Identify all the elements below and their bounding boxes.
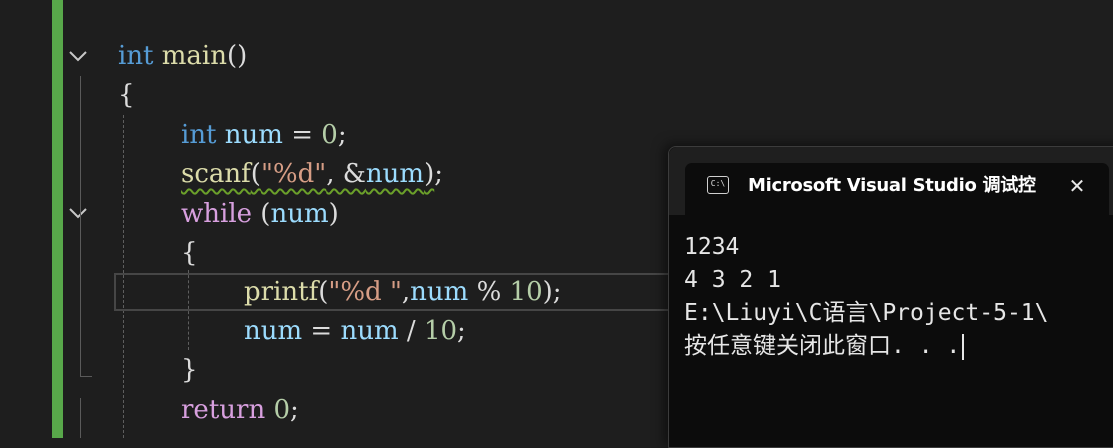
code-token: 10 — [423, 316, 458, 346]
close-icon[interactable]: ✕ — [1063, 171, 1091, 201]
code-token: / — [398, 316, 424, 346]
code-line-9: } — [181, 352, 198, 388]
console-titlebar[interactable]: C:\ Microsoft Visual Studio 调试控 ✕ — [669, 147, 1113, 215]
editor-margin — [0, 0, 52, 438]
code-token: = — [302, 316, 341, 346]
code-line-6: { — [181, 235, 198, 271]
code-token: } — [181, 355, 198, 385]
code-token: ( — [252, 199, 271, 229]
code-token: = — [282, 120, 322, 150]
console-tab-title: Microsoft Visual Studio 调试控 — [748, 175, 1036, 196]
fold-region-line — [80, 398, 81, 438]
code-token: , — [401, 277, 411, 307]
code-token: ( — [250, 159, 261, 189]
change-tracking-bar — [52, 0, 63, 438]
code-token: num — [224, 120, 283, 150]
console-output[interactable]: 1234 4 3 2 1 E:\Liuyi\C语言\Project-5-1\ 按… — [684, 231, 1113, 363]
code-token: 0 — [273, 395, 290, 425]
code-line-1: int main() — [118, 38, 247, 74]
code-token: num — [244, 316, 303, 346]
code-token: 10 — [509, 277, 543, 307]
code-token: ; — [434, 159, 443, 189]
debug-console-window[interactable]: C:\ Microsoft Visual Studio 调试控 ✕ 1234 4… — [668, 146, 1113, 448]
code-token: return — [181, 395, 266, 425]
code-token: { — [181, 238, 198, 268]
code-token: num — [340, 316, 399, 346]
code-line-10: return 0; — [181, 392, 299, 428]
code-line-8: num = num / 10; — [244, 313, 466, 349]
code-line-4: scanf("%d", &num); — [181, 156, 443, 192]
code-token: num — [410, 277, 469, 307]
code-token: ; — [457, 316, 466, 346]
console-output-line: 4 3 2 1 — [684, 267, 781, 293]
terminal-icon: C:\ — [707, 176, 729, 194]
code-token: ; — [290, 395, 299, 425]
code-token: % — [468, 277, 510, 307]
code-token: 0 — [321, 120, 338, 150]
code-token: ; — [337, 120, 347, 150]
console-tab[interactable]: C:\ Microsoft Visual Studio 调试控 ✕ — [685, 163, 1109, 215]
console-output-line: 1234 — [684, 234, 740, 260]
console-output-line: E:\Liuyi\C语言\Project-5-1\ — [684, 300, 1049, 326]
code-token: , & — [326, 159, 366, 189]
console-output-line: 按任意键关闭此窗口. . . — [684, 330, 1113, 363]
code-line-3: int num = 0; — [181, 117, 347, 153]
fold-region-end — [80, 376, 92, 377]
code-token: int — [118, 41, 154, 71]
text-cursor — [962, 333, 964, 360]
code-token: scanf — [181, 159, 251, 189]
code-line-5: while (num) — [181, 196, 339, 232]
code-token: num — [270, 199, 329, 229]
fold-chevron-down-icon[interactable] — [66, 44, 96, 68]
code-token: printf — [244, 277, 319, 307]
code-token: int — [181, 120, 217, 150]
code-token: ) — [328, 199, 339, 229]
code-token: "%d" — [260, 159, 327, 189]
fold-chevron-down-icon[interactable] — [66, 201, 96, 225]
code-token: () — [227, 41, 248, 71]
fold-region-line — [80, 76, 81, 376]
code-token: "%d " — [328, 277, 402, 307]
code-token: num — [365, 159, 425, 189]
console-prompt-text: 按任意键关闭此窗口. . . — [684, 333, 961, 359]
code-token: ); — [542, 277, 562, 307]
code-token: ) — [424, 159, 435, 189]
code-token: main — [161, 41, 227, 71]
code-line-2: { — [118, 77, 135, 113]
code-token: { — [118, 80, 135, 110]
code-token: ( — [318, 277, 329, 307]
code-line-7: printf("%d ",num % 10); — [244, 274, 562, 310]
code-token: while — [181, 199, 253, 229]
